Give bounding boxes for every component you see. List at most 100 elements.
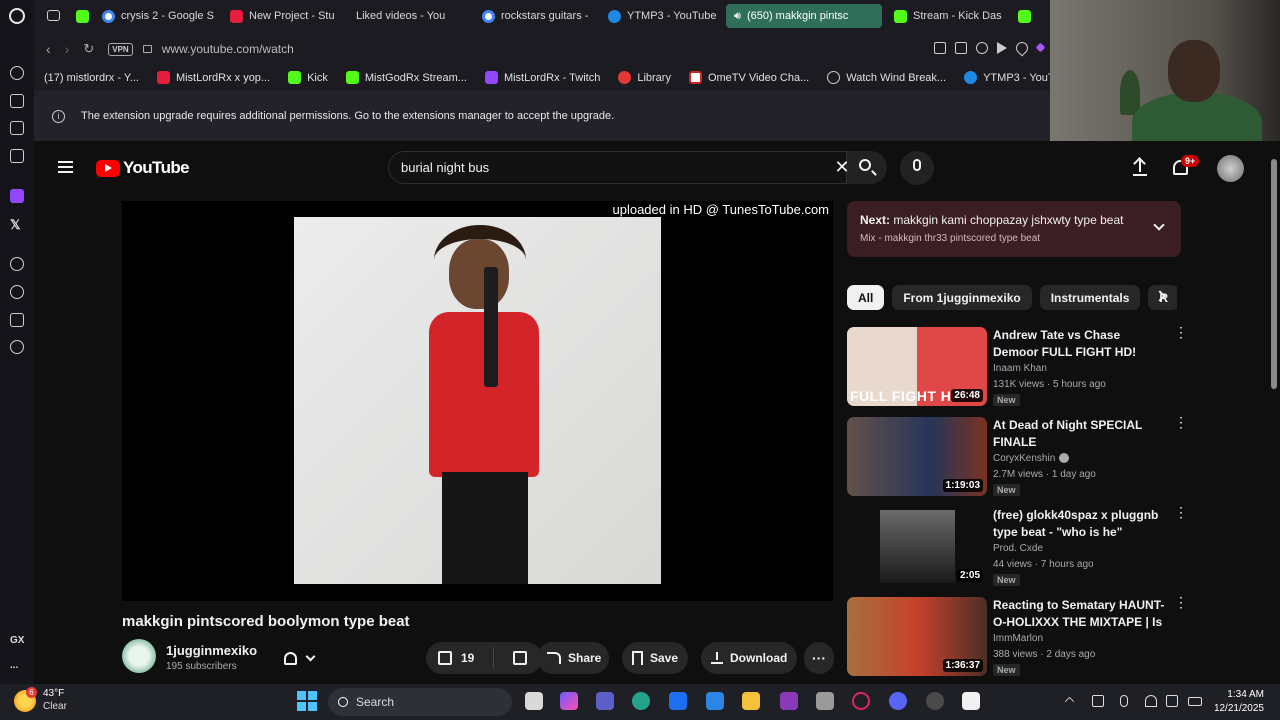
url-field[interactable]: www.youtube.com/watch <box>162 42 294 56</box>
wifi-icon[interactable] <box>1145 695 1157 707</box>
bookmark-kick[interactable]: Kick <box>288 71 328 84</box>
recommendation-item[interactable]: 2:05 (free) glokk40spaz x pluggnb type b… <box>847 505 1188 589</box>
adblock-icon[interactable] <box>976 42 988 54</box>
opera-gx-logo-icon[interactable] <box>9 8 25 24</box>
weather-condition[interactable]: Clear <box>43 701 67 712</box>
steam-icon[interactable] <box>926 692 944 710</box>
back-icon[interactable]: ‹ <box>46 41 51 57</box>
gx-cleaner-icon[interactable] <box>10 94 24 108</box>
tab-google-rockstars[interactable]: rockstars guitars - <box>482 4 590 28</box>
save-button[interactable]: Save <box>622 642 688 674</box>
video-player[interactable]: uploaded in HD @ TunesToTube.com <box>122 201 833 601</box>
hamburger-menu-icon[interactable] <box>58 161 73 173</box>
recommendation-thumbnail[interactable]: FULL FIGHT H 26:48 <box>847 327 987 406</box>
lock-icon[interactable] <box>142 45 152 53</box>
recommendation-title[interactable]: At Dead of Night SPECIAL FINALE <box>993 417 1168 451</box>
vpn-badge[interactable]: VPN <box>108 42 133 56</box>
kebab-menu-icon[interactable]: ⋮ <box>1174 325 1188 339</box>
task-view-icon[interactable] <box>525 692 543 710</box>
taskbar-search[interactable]: Search <box>328 688 512 716</box>
bookmark-wind-breaker[interactable]: Watch Wind Break... <box>827 71 946 84</box>
recommendation-channel[interactable]: Inaam Khan <box>993 363 1047 374</box>
kebab-menu-icon[interactable]: ⋮ <box>1174 415 1188 429</box>
discord-icon[interactable] <box>889 692 907 710</box>
weather-temperature[interactable]: 43°F <box>43 688 64 699</box>
opera-gx-taskbar-icon[interactable] <box>852 692 870 710</box>
recommendation-item[interactable]: 1:19:03 At Dead of Night SPECIAL FINALE … <box>847 415 1188 499</box>
gx-control-icon[interactable] <box>10 66 24 80</box>
history-icon[interactable] <box>10 285 24 299</box>
recommendation-channel[interactable]: Prod. Cxde <box>993 543 1043 554</box>
up-next-card[interactable]: Next: makkgin kami choppazay jshxwty typ… <box>847 201 1181 257</box>
tab-current-video[interactable]: 🔊︎ (650) makkgin pintsc <box>726 4 882 28</box>
chip-instrumentals[interactable]: Instrumentals <box>1039 285 1141 310</box>
aria-icon[interactable] <box>1035 42 1046 53</box>
battery-icon[interactable] <box>1188 697 1202 706</box>
settings-icon[interactable] <box>10 340 24 354</box>
kick-tab-icon[interactable] <box>1018 10 1031 23</box>
twitch-icon[interactable] <box>10 189 24 203</box>
recommendation-title[interactable]: Reacting to Sematary HAUNT-O-HOLIXXX THE… <box>993 597 1168 631</box>
dislike-button[interactable] <box>513 651 528 665</box>
file-explorer-icon[interactable] <box>742 692 760 710</box>
expand-chevron-icon[interactable] <box>1153 219 1165 231</box>
bookmark-mistgodrx-stream[interactable]: MistGodRx Stream... <box>345 71 467 84</box>
snapshot-icon[interactable] <box>955 42 967 54</box>
x-icon[interactable]: 𝕏 <box>10 217 20 233</box>
recommendation-channel[interactable]: CoryxKenshin <box>993 453 1070 464</box>
heart-icon[interactable] <box>1013 39 1031 57</box>
start-button-icon[interactable] <box>297 691 317 711</box>
workspaces-icon[interactable] <box>47 10 60 21</box>
chip-from-channel[interactable]: From 1jugginmexiko <box>892 285 1032 310</box>
bookmark-ytmp3[interactable]: YTMP3 - YouTube... <box>964 71 1050 84</box>
extensions-icon[interactable] <box>10 313 24 327</box>
recommendation-title[interactable]: (free) glokk40spaz x pluggnb type beat -… <box>993 507 1168 541</box>
messenger-icon[interactable] <box>10 149 24 163</box>
forward-icon[interactable]: › <box>65 41 70 57</box>
tray-overflow-chevron-icon[interactable] <box>1064 696 1075 707</box>
teams-icon[interactable] <box>596 692 614 710</box>
capcut-icon[interactable] <box>962 692 980 710</box>
kebab-menu-icon[interactable]: ⋮ <box>1174 595 1188 609</box>
gx-corner-icon[interactable] <box>10 121 24 135</box>
volume-icon[interactable] <box>1166 695 1178 707</box>
channel-name[interactable]: 1jugginmexiko <box>166 643 257 658</box>
tab-ytmp3[interactable]: YTMP3 - YouTube <box>608 4 716 28</box>
bookmark-library[interactable]: Library <box>618 71 671 84</box>
kick-pinned-icon[interactable] <box>76 10 89 23</box>
network-muted-icon[interactable] <box>1092 695 1104 707</box>
tab-google-crysis[interactable]: crysis 2 - Google S <box>102 4 214 28</box>
share-button[interactable]: Share <box>537 642 609 674</box>
download-button[interactable]: Download <box>701 642 797 674</box>
edge-icon[interactable] <box>632 692 650 710</box>
reload-icon[interactable]: ↻ <box>83 41 94 57</box>
tab-studio[interactable]: New Project - Stu <box>230 4 338 28</box>
create-upload-icon[interactable] <box>1133 158 1147 176</box>
bookmark-twitch[interactable]: MistLordRx - Twitch <box>484 71 600 84</box>
recommendation-thumbnail[interactable]: 2:05 <box>847 507 987 586</box>
voice-search-button[interactable] <box>900 151 934 185</box>
recommendation-channel[interactable]: ImmMarlon <box>993 633 1043 644</box>
subscription-bell-button[interactable] <box>272 642 334 674</box>
recommendation-thumbnail[interactable]: 1:19:03 <box>847 417 987 496</box>
recommendation-item[interactable]: 1:36:37 Reacting to Sematary HAUNT-O-HOL… <box>847 595 1188 679</box>
clock[interactable]: 1:34 AM 12/21/2025 <box>1214 688 1264 716</box>
recommendation-item[interactable]: FULL FIGHT H 26:48 Andrew Tate vs Chase … <box>847 325 1188 409</box>
more-actions-button[interactable]: ··· <box>804 642 834 674</box>
tab-kick-stream[interactable]: Stream - Kick Das <box>894 4 1006 28</box>
send-icon[interactable] <box>997 42 1007 54</box>
bookmark-ometv[interactable]: OmeTV Video Cha... <box>688 71 809 84</box>
bookmark-mistlordrx-studio[interactable]: MistLordRx x yop... <box>156 71 270 84</box>
player-icon[interactable] <box>10 257 24 271</box>
like-button[interactable]: 19 <box>438 651 474 665</box>
microphone-tray-icon[interactable] <box>1120 695 1128 707</box>
copilot-icon[interactable] <box>560 692 578 710</box>
clipchamp-icon[interactable] <box>780 692 798 710</box>
camera-icon[interactable] <box>816 692 834 710</box>
page-scrollbar[interactable] <box>1271 147 1277 683</box>
kebab-menu-icon[interactable]: ⋮ <box>1174 505 1188 519</box>
pin-icon[interactable] <box>934 42 946 54</box>
search-input[interactable]: burial night bus ✕ <box>388 151 850 184</box>
search-button[interactable] <box>847 151 887 184</box>
recommendation-title[interactable]: Andrew Tate vs Chase Demoor FULL FIGHT H… <box>993 327 1168 361</box>
